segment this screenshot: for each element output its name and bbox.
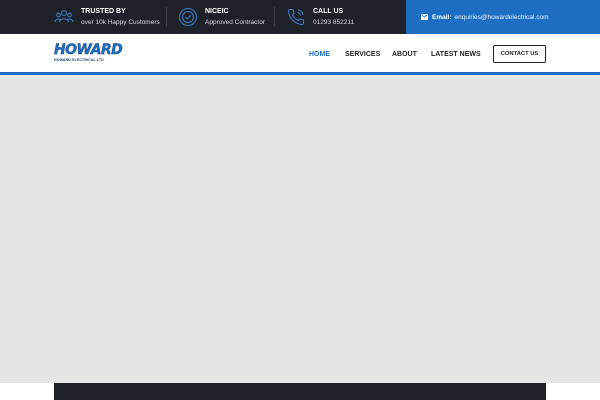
envelope-icon [421, 14, 428, 20]
email-label: Email: [432, 13, 452, 21]
logo[interactable]: HOWARD HOWARD ELECTRICAL LTD [54, 42, 123, 65]
top-info-bar: TRUSTED BY over 10k Happy Customers NICE… [0, 0, 600, 34]
email-box[interactable]: Email: enquiries@howardelectrical.com [406, 0, 600, 34]
trusted-by-subtitle: over 10k Happy Customers [81, 18, 160, 26]
nav-about[interactable]: ABOUT [392, 44, 417, 64]
phone-icon [286, 7, 306, 27]
niceic-title: NICEIC [205, 7, 229, 15]
approved-badge-icon [178, 7, 198, 27]
call-us-item[interactable]: CALL US 01293 852211 [286, 0, 354, 34]
dark-section-strip [54, 383, 546, 400]
niceic-item: NICEIC Approved Contractor [178, 0, 265, 34]
logo-subtitle: HOWARD ELECTRICAL LTD [54, 58, 104, 62]
hero-placeholder [0, 75, 600, 383]
phone-number[interactable]: 01293 852211 [313, 18, 354, 28]
trusted-by-title: TRUSTED BY [81, 7, 126, 15]
call-us-title: CALL US [313, 7, 344, 15]
email-address-link[interactable]: enquiries@howardelectrical.com [455, 14, 549, 21]
trusted-by-item: TRUSTED BY over 10k Happy Customers [54, 0, 160, 34]
logo-mark: HOWARD [54, 42, 123, 58]
nav-services[interactable]: SERVICES [345, 44, 380, 64]
niceic-subtitle: Approved Contractor [205, 18, 265, 26]
divider [166, 7, 167, 27]
customers-icon [54, 7, 74, 27]
contact-us-button[interactable]: CONTACT US [493, 45, 546, 63]
divider [274, 7, 275, 27]
nav-latest-news[interactable]: LATEST NEWS [431, 44, 481, 64]
nav-home[interactable]: HOME [309, 44, 330, 64]
